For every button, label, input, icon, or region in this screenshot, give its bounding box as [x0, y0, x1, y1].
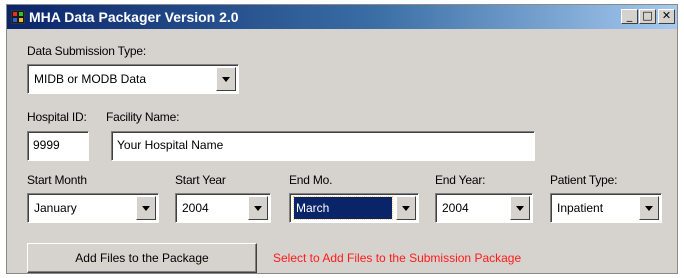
end-year-dropdown[interactable]: 2004 — [435, 193, 533, 223]
end-month-label: End Mo. — [289, 173, 333, 187]
maximize-button[interactable]: □ — [639, 9, 656, 24]
app-window: MHA Data Packager Version 2.0 _ □ ✕ Data… — [6, 4, 678, 274]
add-files-button[interactable]: Add Files to the Package — [27, 243, 257, 273]
title-bar[interactable]: MHA Data Packager Version 2.0 _ □ ✕ — [7, 5, 677, 29]
end-year-label: End Year: — [435, 173, 486, 187]
start-month-label: Start Month — [27, 173, 87, 187]
hospital-id-input[interactable]: 9999 — [27, 131, 89, 161]
minimize-button[interactable]: _ — [621, 9, 638, 24]
window-title: MHA Data Packager Version 2.0 — [29, 9, 239, 25]
dropdown-arrow-button[interactable] — [510, 196, 530, 220]
patient-type-label: Patient Type: — [550, 173, 618, 187]
patient-type-value: Inpatient — [557, 201, 604, 215]
facility-name-label: Facility Name: — [106, 110, 180, 124]
chevron-down-icon — [645, 206, 653, 211]
dropdown-arrow-button[interactable] — [396, 196, 416, 220]
start-month-value: January — [34, 201, 77, 215]
facility-name-input[interactable]: Your Hospital Name — [111, 131, 535, 161]
chevron-down-icon — [516, 206, 524, 211]
chevron-down-icon — [142, 206, 150, 211]
chevron-down-icon — [254, 206, 262, 211]
dropdown-arrow-button[interactable] — [216, 67, 236, 91]
start-year-value: 2004 — [182, 201, 209, 215]
start-year-label: Start Year — [175, 173, 226, 187]
end-year-value: 2004 — [442, 201, 469, 215]
end-month-dropdown[interactable]: March — [289, 193, 419, 223]
chevron-down-icon — [402, 206, 410, 211]
start-year-dropdown[interactable]: 2004 — [175, 193, 271, 223]
submission-type-dropdown[interactable]: MIDB or MODB Data — [27, 64, 239, 94]
chevron-down-icon — [222, 77, 230, 82]
dropdown-arrow-button[interactable] — [136, 196, 156, 220]
submission-type-label: Data Submission Type: — [27, 44, 146, 58]
add-files-hint: Select to Add Files to the Submission Pa… — [273, 251, 522, 265]
start-month-dropdown[interactable]: January — [27, 193, 159, 223]
dropdown-arrow-button[interactable] — [248, 196, 268, 220]
hospital-id-label: Hospital ID: — [27, 110, 87, 124]
patient-type-dropdown[interactable]: Inpatient — [550, 193, 662, 223]
app-icon — [11, 10, 25, 24]
end-month-value: March — [293, 196, 393, 220]
close-button[interactable]: ✕ — [658, 9, 675, 24]
dropdown-arrow-button[interactable] — [639, 196, 659, 220]
submission-type-value: MIDB or MODB Data — [34, 72, 147, 86]
